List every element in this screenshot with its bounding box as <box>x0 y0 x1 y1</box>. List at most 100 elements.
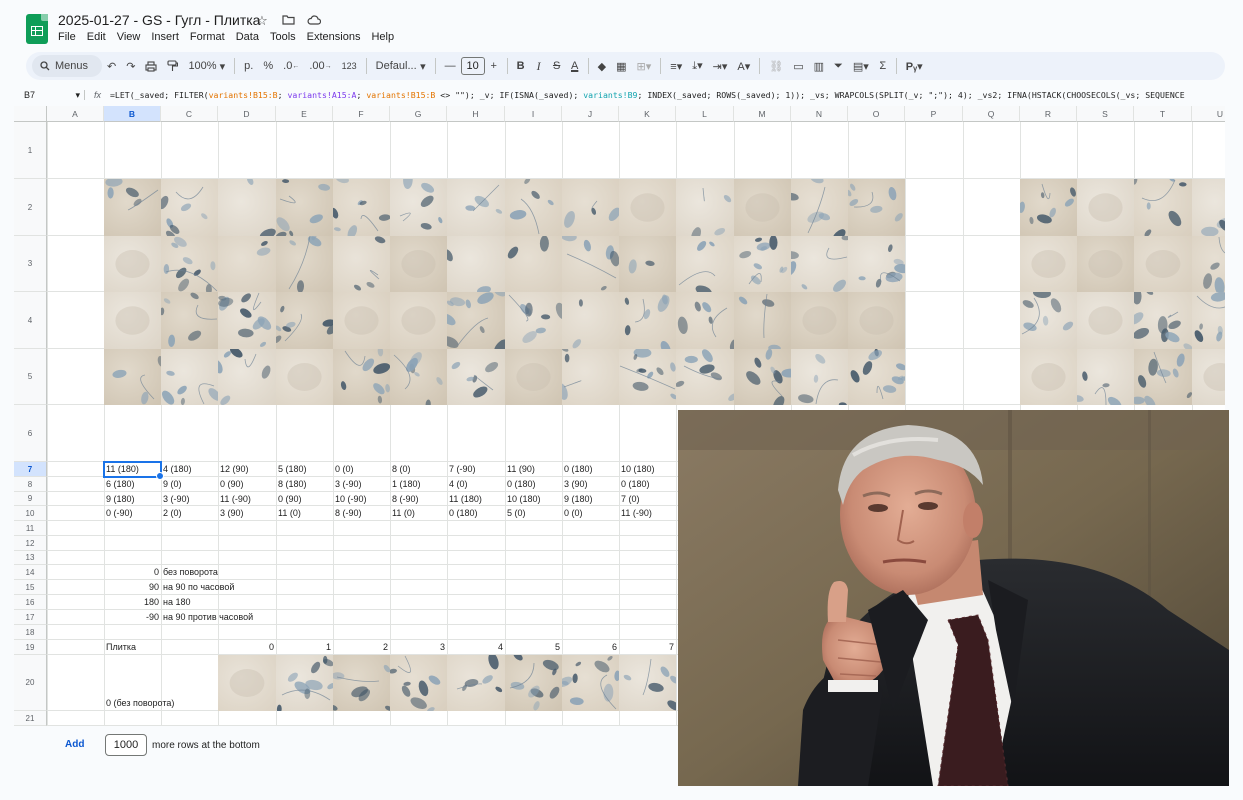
zoom-select[interactable]: 100% ▾ <box>183 55 230 77</box>
text-wrap-icon[interactable]: ⇥▾ <box>708 55 733 77</box>
horizontal-align-icon[interactable]: ≡▾ <box>665 55 687 77</box>
legend-value[interactable]: 0 <box>104 565 161 579</box>
row-header-16[interactable]: 16 <box>14 595 47 610</box>
legend-label[interactable]: на 180 <box>161 595 193 609</box>
column-header-o[interactable]: O <box>848 106 905 122</box>
tile-number[interactable]: 1 <box>276 640 333 654</box>
table-cell[interactable]: 5 (0) <box>505 506 562 521</box>
menu-view[interactable]: View <box>117 31 141 43</box>
tile-number[interactable]: 5 <box>505 640 562 654</box>
column-header-a[interactable]: A <box>47 106 104 122</box>
column-header-b[interactable]: B <box>104 106 161 122</box>
column-header-j[interactable]: J <box>562 106 619 122</box>
column-header-q[interactable]: Q <box>963 106 1020 122</box>
table-cell[interactable]: 0 (180) <box>562 462 619 477</box>
table-cell[interactable]: 8 (0) <box>390 462 447 477</box>
column-header-n[interactable]: N <box>791 106 848 122</box>
table-cell[interactable]: 11 (0) <box>390 506 447 521</box>
column-header-k[interactable]: K <box>619 106 676 122</box>
row-header-14[interactable]: 14 <box>14 565 47 580</box>
borders-icon[interactable]: ▦ <box>611 55 631 77</box>
currency-format-button[interactable]: р. <box>239 55 258 77</box>
row-header-21[interactable]: 21 <box>14 711 47 726</box>
table-cell[interactable]: 5 (180) <box>276 462 333 477</box>
row-header-9[interactable]: 9 <box>14 492 47 506</box>
row-header-7[interactable]: 7 <box>14 462 47 477</box>
menu-tools[interactable]: Tools <box>270 31 296 43</box>
table-cell[interactable]: 10 (-90) <box>333 492 390 506</box>
table-cell[interactable]: 3 (-90) <box>161 492 218 506</box>
table-cell[interactable]: 7 (-90) <box>447 462 505 477</box>
menu-extensions[interactable]: Extensions <box>307 31 361 43</box>
table-cell[interactable]: 0 (0) <box>333 462 390 477</box>
column-header-s[interactable]: S <box>1077 106 1134 122</box>
row-header-12[interactable]: 12 <box>14 536 47 551</box>
menu-file[interactable]: File <box>58 31 76 43</box>
table-cell[interactable]: 11 (90) <box>505 462 562 477</box>
print-icon[interactable] <box>140 55 162 77</box>
redo-icon[interactable]: ↷ <box>121 55 140 77</box>
filter-icon[interactable]: ⏷ <box>829 55 848 77</box>
insert-chart-icon[interactable]: ▥ <box>809 55 829 77</box>
table-cell[interactable]: 3 (90) <box>218 506 276 521</box>
tile-number[interactable]: 0 <box>218 640 276 654</box>
more-formats-button[interactable]: 123 <box>337 55 362 77</box>
functions-icon[interactable]: Σ <box>874 55 892 77</box>
insert-comment-icon[interactable]: ▭ <box>788 55 808 77</box>
column-header-m[interactable]: M <box>734 106 791 122</box>
table-cell[interactable]: 9 (180) <box>562 492 619 506</box>
tile-number[interactable]: 4 <box>447 640 505 654</box>
table-cell[interactable]: 12 (90) <box>218 462 276 477</box>
table-cell[interactable]: 1 (180) <box>390 477 447 492</box>
percent-format-button[interactable]: % <box>258 55 278 77</box>
column-header-t[interactable]: T <box>1134 106 1192 122</box>
table-cell[interactable]: 8 (180) <box>276 477 333 492</box>
table-cell[interactable]: 0 (180) <box>447 506 505 521</box>
column-header-f[interactable]: F <box>333 106 390 122</box>
input-tools-icon[interactable]: Pᵧ▾ <box>901 55 928 77</box>
tile-number[interactable]: 3 <box>390 640 447 654</box>
column-header-r[interactable]: R <box>1020 106 1077 122</box>
row-header-13[interactable]: 13 <box>14 551 47 565</box>
table-cell[interactable]: 9 (0) <box>161 477 218 492</box>
text-color-icon[interactable]: A <box>566 55 584 77</box>
table-cell[interactable]: 0 (180) <box>619 477 676 492</box>
sheets-logo-icon[interactable] <box>26 14 48 44</box>
row-header-3[interactable]: 3 <box>14 236 47 292</box>
table-cell[interactable]: 0 (90) <box>218 477 276 492</box>
add-rows-count-input[interactable]: 1000 <box>105 734 147 756</box>
menu-format[interactable]: Format <box>190 31 225 43</box>
vertical-align-icon[interactable]: ⤓▾ <box>687 55 707 77</box>
row-header-4[interactable]: 4 <box>14 292 47 349</box>
table-cell[interactable]: 11 (0) <box>276 506 333 521</box>
legend-value[interactable]: 90 <box>104 580 161 594</box>
column-header-l[interactable]: L <box>676 106 734 122</box>
column-header-d[interactable]: D <box>218 106 276 122</box>
legend-label[interactable]: на 90 по часовой <box>161 580 236 594</box>
legend-label[interactable]: на 90 против часовой <box>161 610 255 624</box>
text-rotation-icon[interactable]: A▾ <box>732 55 755 77</box>
table-cell[interactable]: 0 (-90) <box>104 506 161 521</box>
row-header-19[interactable]: 19 <box>14 640 47 655</box>
strikethrough-icon[interactable]: S <box>548 55 566 77</box>
row-header-8[interactable]: 8 <box>14 477 47 492</box>
table-cell[interactable]: 8 (-90) <box>390 492 447 506</box>
tile-number[interactable]: 7 <box>619 640 676 654</box>
fill-color-icon[interactable]: ◆ <box>593 55 611 77</box>
italic-icon[interactable]: I <box>530 55 548 77</box>
row20-label[interactable]: 0 (без поворота) <box>104 696 176 710</box>
menu-search[interactable]: Menus <box>32 55 102 77</box>
row-header-17[interactable]: 17 <box>14 610 47 625</box>
row-header-20[interactable]: 20 <box>14 655 47 711</box>
table-cell[interactable]: 4 (0) <box>447 477 505 492</box>
row-header-6[interactable]: 6 <box>14 405 47 462</box>
table-cell[interactable]: 11 (-90) <box>619 506 676 521</box>
tile-header-label[interactable]: Плитка <box>104 640 138 654</box>
star-icon[interactable]: ☆ <box>254 13 270 29</box>
table-cell[interactable]: 10 (180) <box>619 462 676 477</box>
legend-value[interactable]: 180 <box>104 595 161 609</box>
legend-value[interactable]: -90 <box>104 610 161 624</box>
undo-icon[interactable]: ↶ <box>102 55 121 77</box>
paint-format-icon[interactable] <box>162 55 183 77</box>
decrease-decimal-button[interactable]: .0 ← <box>278 55 304 77</box>
